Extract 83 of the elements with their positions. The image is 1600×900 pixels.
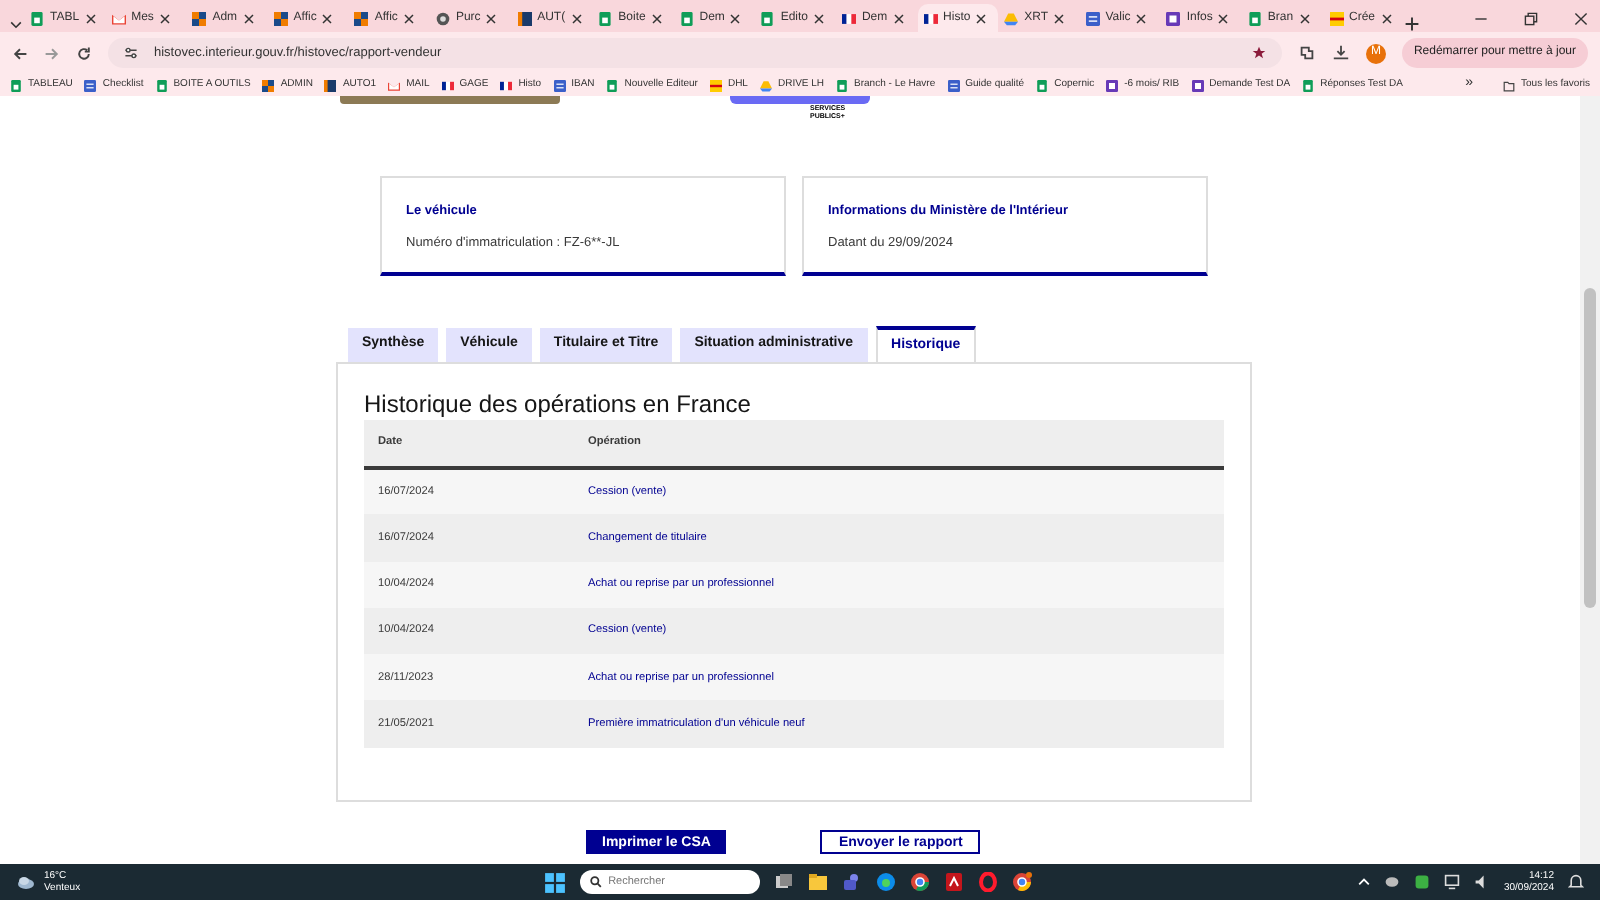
- close-icon[interactable]: [976, 13, 987, 23]
- sheet-icon: [1247, 11, 1262, 25]
- close-icon[interactable]: [893, 13, 904, 23]
- close-icon[interactable]: [571, 13, 582, 23]
- sheet-icon: [30, 11, 44, 25]
- new-tab-icon[interactable]: [1404, 16, 1421, 32]
- sheet-icon: [836, 79, 849, 91]
- square-icon: [517, 11, 532, 25]
- document-icon[interactable]: [944, 872, 965, 892]
- tab-list-icon[interactable]: [8, 16, 24, 32]
- square-icon: [84, 79, 97, 91]
- ring-icon[interactable]: [978, 872, 999, 892]
- square-icon: [1191, 79, 1204, 91]
- square-icon: [947, 79, 960, 91]
- shield-icon[interactable]: [1413, 874, 1430, 890]
- scrollbar-thumb[interactable]: [1584, 288, 1596, 608]
- cloud-icon: [16, 872, 36, 892]
- close-icon[interactable]: [730, 13, 741, 23]
- close-icon[interactable]: [403, 13, 414, 23]
- section-title: Historique des opérations en France: [364, 392, 753, 416]
- close-icon[interactable]: [814, 13, 825, 23]
- start-icon[interactable]: [544, 871, 567, 893]
- square-icon: [192, 11, 207, 25]
- square-icon: [1085, 11, 1100, 25]
- square-icon: [324, 79, 337, 91]
- download-icon[interactable]: [1331, 44, 1350, 62]
- bookmark-star-icon[interactable]: [1251, 46, 1266, 60]
- folder-icon[interactable]: [808, 872, 829, 892]
- close-icon[interactable]: [486, 13, 497, 23]
- sheet-icon: [155, 79, 168, 91]
- globe-icon: [435, 11, 450, 25]
- close-icon[interactable]: [159, 13, 170, 23]
- sheet-icon: [1302, 79, 1315, 91]
- close-icon[interactable]: [1218, 13, 1229, 23]
- browser-icon[interactable]: [1012, 872, 1033, 892]
- scrollbar[interactable]: [1580, 96, 1600, 864]
- cloud-icon[interactable]: [1383, 874, 1400, 890]
- sheet-icon: [606, 79, 619, 91]
- flag-icon: [441, 79, 454, 91]
- sheet-icon: [679, 11, 694, 25]
- flag-icon: [923, 11, 938, 25]
- flag-icon: [841, 11, 856, 25]
- volume-icon[interactable]: [1473, 874, 1490, 890]
- browser-icon[interactable]: [910, 872, 931, 892]
- square-icon: [1106, 79, 1119, 91]
- triangle-icon: [1004, 11, 1019, 25]
- reload-icon[interactable]: [76, 45, 92, 61]
- square-icon: [553, 79, 566, 91]
- close-icon[interactable]: [322, 13, 333, 23]
- mail-icon: [111, 11, 126, 25]
- close-icon[interactable]: [1054, 13, 1065, 23]
- sheet-icon: [598, 11, 613, 25]
- close-icon[interactable]: [1574, 11, 1588, 25]
- square-icon: [709, 79, 722, 91]
- search-icon: [590, 876, 603, 888]
- sheet-icon: [10, 79, 22, 91]
- restore-icon[interactable]: [1524, 11, 1538, 25]
- chevron-icon[interactable]: [1357, 876, 1370, 888]
- site-settings-icon[interactable]: [124, 46, 138, 60]
- close-icon[interactable]: [243, 13, 254, 23]
- browser-icon[interactable]: [876, 872, 897, 892]
- close-icon[interactable]: [1381, 13, 1392, 23]
- square-icon: [1166, 11, 1181, 25]
- close-icon[interactable]: [651, 13, 662, 23]
- mail-icon: [388, 79, 401, 91]
- flag-icon: [500, 79, 513, 91]
- network-icon[interactable]: [1443, 874, 1460, 890]
- notification-icon[interactable]: [1568, 874, 1584, 890]
- task-view-icon[interactable]: [774, 872, 795, 892]
- back-icon[interactable]: [12, 45, 28, 61]
- folder-icon: [1501, 79, 1516, 91]
- close-icon[interactable]: [85, 13, 96, 23]
- people-icon[interactable]: [842, 872, 863, 892]
- sheet-icon: [1036, 79, 1049, 91]
- sheet-icon: [760, 11, 775, 25]
- square-icon: [273, 11, 288, 25]
- extensions-icon[interactable]: [1297, 44, 1316, 62]
- close-icon[interactable]: [1299, 13, 1310, 23]
- square-icon: [354, 11, 369, 25]
- triangle-icon: [759, 79, 772, 91]
- square-icon: [262, 79, 275, 91]
- close-icon[interactable]: [1136, 13, 1147, 23]
- square-icon: [1329, 11, 1343, 25]
